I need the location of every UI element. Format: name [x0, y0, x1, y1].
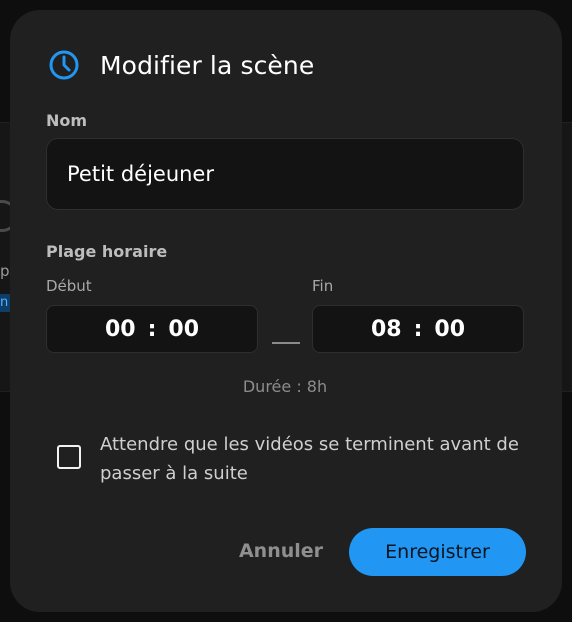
- scene-name-input[interactable]: [46, 138, 524, 210]
- end-time-picker[interactable]: 08 : 00: [312, 305, 524, 353]
- range-dash: [272, 342, 300, 344]
- time-range-label: Plage horaire: [46, 242, 168, 261]
- name-label: Nom: [46, 111, 88, 130]
- end-label: Fin: [312, 277, 334, 295]
- start-label: Début: [46, 277, 92, 295]
- background-badge-fragment: n: [0, 294, 10, 312]
- end-time-separator: :: [413, 316, 423, 342]
- start-minutes[interactable]: 00: [168, 317, 199, 342]
- background-text-fragment: p: [0, 262, 10, 280]
- save-button[interactable]: Enregistrer: [349, 528, 526, 576]
- dialog-header: Modifier la scène: [48, 48, 314, 82]
- duration-text: Durée : 8h: [242, 377, 328, 396]
- edit-scene-dialog: Modifier la scène Nom Plage horaire Débu…: [10, 10, 562, 612]
- end-hours[interactable]: 08: [371, 317, 402, 342]
- wait-videos-label[interactable]: Attendre que les vidéos se terminent ava…: [100, 430, 530, 488]
- start-time-picker[interactable]: 00 : 00: [46, 305, 258, 353]
- wait-videos-checkbox[interactable]: [57, 445, 81, 469]
- dialog-title: Modifier la scène: [100, 50, 315, 80]
- end-minutes[interactable]: 00: [434, 317, 465, 342]
- cancel-button[interactable]: Annuler: [230, 527, 332, 575]
- clock-icon: [48, 49, 80, 81]
- start-time-separator: :: [147, 316, 157, 342]
- start-hours[interactable]: 00: [105, 317, 136, 342]
